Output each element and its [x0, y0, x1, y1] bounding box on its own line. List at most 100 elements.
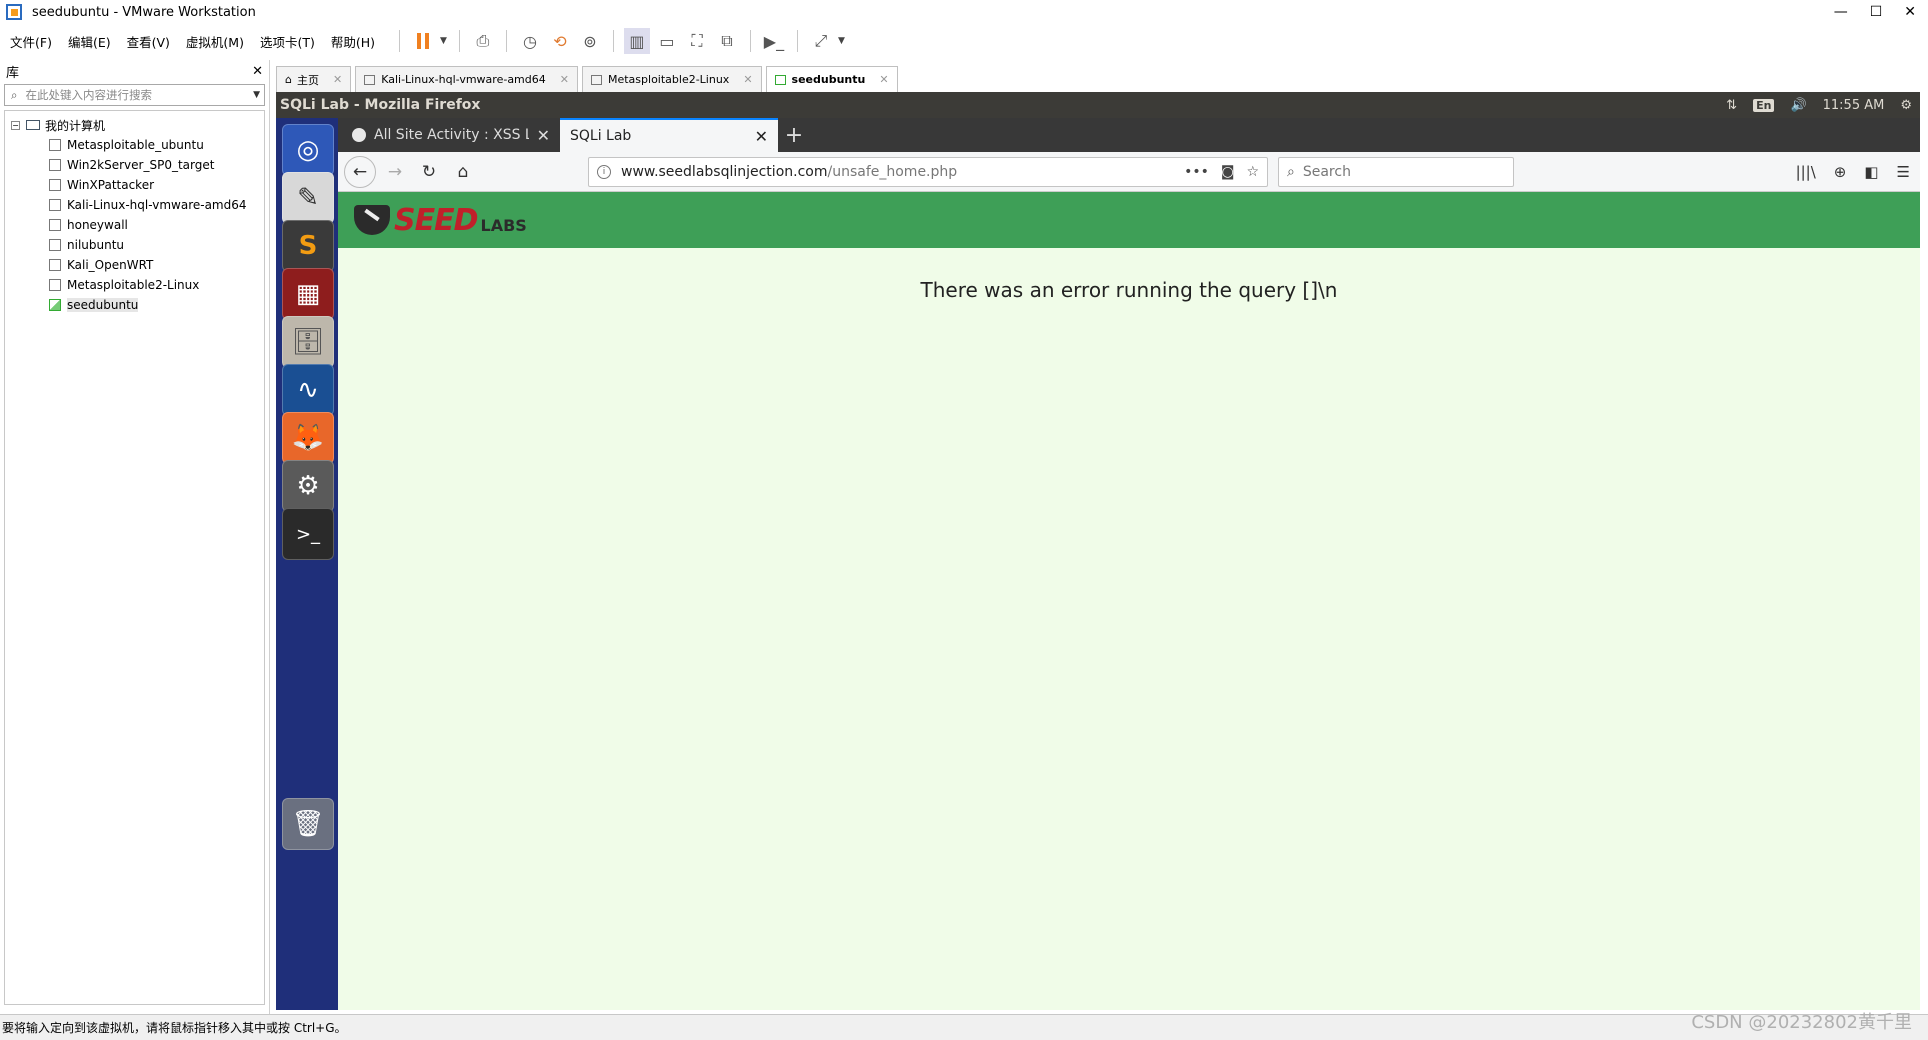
tree-item-winxpattacker[interactable]: WinXPattacker [5, 175, 264, 195]
show-library-button[interactable]: ▥ [623, 28, 650, 54]
close-window-button[interactable]: ✕ [1904, 4, 1916, 20]
menu-tabs[interactable]: 选项卡(T) [260, 32, 315, 51]
menu-vm[interactable]: 虚拟机(M) [186, 32, 244, 51]
tree-item-kali-linux[interactable]: Kali-Linux-hql-vmware-amd64 [5, 195, 264, 215]
forward-button[interactable]: → [380, 157, 410, 187]
info-icon[interactable]: i [597, 165, 611, 179]
tree-item-metasploitable-ubuntu[interactable]: Metasploitable_ubuntu [5, 135, 264, 155]
launcher-trash[interactable]: 🗑 [282, 798, 334, 850]
thumbnail-bar-button[interactable]: ▭ [654, 28, 680, 54]
snapshot-button[interactable]: ◷ [517, 28, 543, 54]
close-tab-icon[interactable]: ✕ [333, 73, 342, 86]
home-icon: ⌂ [285, 73, 292, 86]
vm-icon [590, 74, 602, 85]
tree-item-seedubuntu[interactable]: seedubuntu [5, 295, 264, 315]
vm-icon [49, 179, 61, 191]
tree-item-win2kserver[interactable]: Win2kServer_SP0_target [5, 155, 264, 175]
guest-screen[interactable]: SQLi Lab - Mozilla Firefox ⇅ En 🔊 11:55 … [276, 92, 1920, 1010]
pocket-icon[interactable]: ◙ [1221, 164, 1235, 180]
dash-home-button[interactable]: ◎ [282, 124, 334, 176]
launcher-terminator[interactable]: ▦ [282, 268, 334, 320]
site-favicon-icon [352, 128, 366, 142]
settings-wrench-icon: ⚙ [296, 471, 320, 501]
library-search-input[interactable]: ⌕ 在此处键入内容进行搜索 ▼ [4, 84, 265, 106]
volume-icon[interactable]: 🔊 [1790, 98, 1806, 113]
tree-item-kali-openwrt[interactable]: Kali_OpenWRT [5, 255, 264, 275]
network-icon[interactable]: ⇅ [1726, 98, 1737, 113]
close-tab-icon[interactable]: ✕ [755, 127, 768, 146]
seedlabs-header: SEED LABS [338, 192, 1920, 248]
vm-icon [49, 219, 61, 231]
maximize-button[interactable]: ☐ [1870, 4, 1883, 20]
toolbar-separator [749, 30, 751, 52]
close-tab-icon[interactable]: ✕ [743, 73, 752, 86]
launcher-terminal[interactable]: >_ [282, 508, 334, 560]
tree-root-my-computer[interactable]: − 我的计算机 [5, 115, 264, 135]
ubuntu-logo-icon: ◎ [296, 135, 320, 165]
launcher-firefox[interactable]: 🦊 [282, 412, 334, 464]
search-placeholder: Search [1302, 164, 1351, 180]
keyboard-language-indicator[interactable]: En [1753, 98, 1775, 112]
clock[interactable]: 11:55 AM [1823, 98, 1885, 113]
tab-kali-linux[interactable]: Kali-Linux-hql-vmware-amd64 ✕ [355, 66, 578, 92]
home-button[interactable]: ⌂ [448, 157, 478, 187]
toolbar-separator [399, 30, 401, 52]
unity-button[interactable]: ⧉ [714, 28, 740, 54]
menu-help[interactable]: 帮助(H) [331, 32, 375, 51]
status-text: 要将输入定向到该虚拟机，请将鼠标指针移入其中或按 Ctrl+G。 [2, 1021, 347, 1035]
console-view-button[interactable]: ▶_ [761, 28, 787, 54]
revert-snapshot-button[interactable]: ⟲ [547, 28, 573, 54]
gear-icon[interactable]: ⚙ [1900, 98, 1912, 113]
search-input[interactable]: ⌕ Search [1278, 157, 1514, 187]
launcher-files[interactable]: 🗄 [282, 316, 334, 368]
menu-view[interactable]: 查看(V) [127, 32, 170, 51]
launcher-wireshark[interactable]: ∿ [282, 364, 334, 416]
pause-icon [417, 33, 430, 49]
page-actions-icon[interactable]: ••• [1184, 164, 1209, 180]
snapshot-manager-button[interactable]: ⊚ [577, 28, 603, 54]
tree-item-honeywall[interactable]: honeywall [5, 215, 264, 235]
launcher-text-editor[interactable]: ✎ [282, 172, 334, 224]
tab-sqli-lab[interactable]: SQLi Lab ✕ [560, 118, 778, 152]
tree-item-metasploitable2[interactable]: Metasploitable2-Linux [5, 275, 264, 295]
stretch-dropdown-icon[interactable]: ▼ [838, 36, 845, 46]
close-tab-icon[interactable]: ✕ [537, 126, 550, 145]
library-icon[interactable]: |||\ [1796, 163, 1816, 181]
close-tab-icon[interactable]: ✕ [879, 73, 888, 86]
computer-icon [26, 120, 40, 130]
chevron-down-icon[interactable]: ▼ [253, 90, 260, 100]
seedlabs-logo[interactable]: SEED LABS [354, 202, 527, 238]
tab-xss-lab[interactable]: All Site Activity : XSS Lab ✕ [342, 118, 560, 152]
send-ctrl-alt-del-button[interactable]: ⎙ [470, 28, 496, 54]
url-bar[interactable]: i www.seedlabsqlinjection.com/unsafe_hom… [588, 157, 1268, 187]
library-close-button[interactable]: ✕ [252, 64, 263, 79]
extension-icon[interactable]: ⊕ [1834, 163, 1847, 181]
tab-label: seedubuntu [791, 73, 866, 86]
new-tab-button[interactable]: + [778, 118, 810, 152]
sidebar-icon[interactable]: ◧ [1864, 163, 1878, 181]
tree-item-nilubuntu[interactable]: nilubuntu [5, 235, 264, 255]
launcher-system-settings[interactable]: ⚙ [282, 460, 334, 512]
tab-metasploitable2[interactable]: Metasploitable2-Linux ✕ [581, 66, 762, 92]
close-tab-icon[interactable]: ✕ [560, 73, 569, 86]
minimize-button[interactable]: — [1834, 4, 1848, 20]
reload-button[interactable]: ↻ [414, 157, 444, 187]
url-host: www.seedlabsqlinjection.com [621, 164, 828, 180]
stretch-guest-button[interactable]: ⤢ [808, 28, 834, 54]
menu-file[interactable]: 文件(F) [10, 32, 52, 51]
tab-seedubuntu[interactable]: seedubuntu ✕ [765, 66, 898, 92]
launcher-sublime-text[interactable]: S [282, 220, 334, 272]
collapse-icon[interactable]: − [11, 120, 20, 130]
bookmark-star-icon[interactable]: ☆ [1246, 164, 1259, 180]
reload-icon: ↻ [421, 161, 437, 182]
pause-dropdown-icon[interactable]: ▼ [440, 36, 447, 46]
hamburger-menu-icon[interactable]: ☰ [1897, 163, 1910, 181]
full-screen-button[interactable]: ⛶ [684, 28, 710, 54]
menu-edit[interactable]: 编辑(E) [68, 32, 111, 51]
vm-icon [49, 199, 61, 211]
tab-home[interactable]: ⌂ 主页 ✕ [276, 66, 352, 92]
vm-tab-strip: ⌂ 主页 ✕ Kali-Linux-hql-vmware-amd64 ✕ Met… [276, 64, 902, 92]
terminal-icon: >_ [295, 523, 321, 545]
pause-vm-button[interactable] [410, 28, 436, 54]
back-button[interactable]: ← [344, 155, 376, 188]
